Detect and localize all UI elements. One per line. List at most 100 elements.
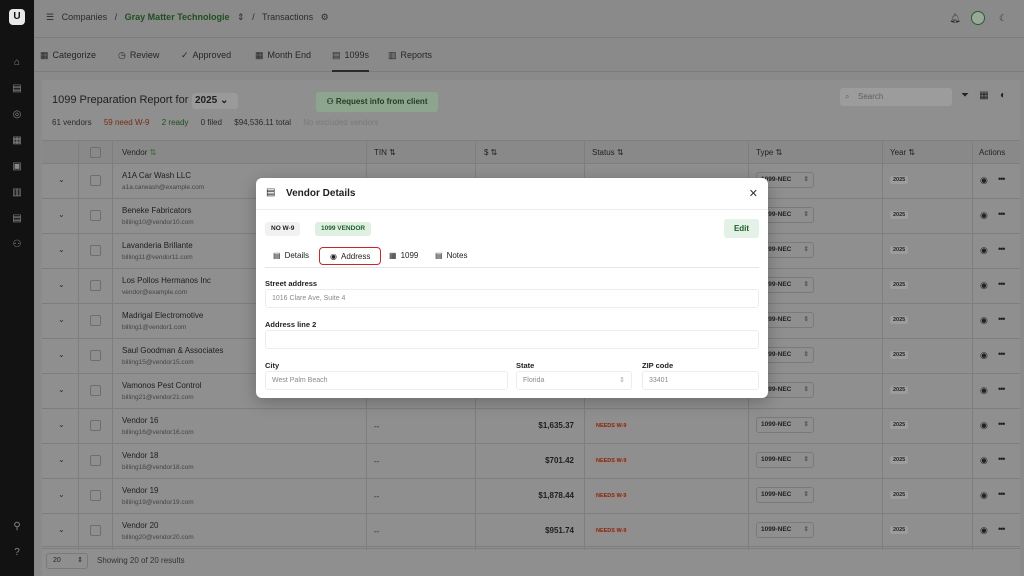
file-text-icon[interactable]: ▤	[11, 213, 23, 225]
type-select[interactable]: 1099-NEC ⇕	[756, 522, 814, 538]
vendor-name[interactable]: Saul Goodman & Associates	[122, 346, 223, 355]
more-icon[interactable]: •••	[998, 454, 1006, 464]
eye-icon[interactable]: ◉	[980, 210, 988, 221]
col-type[interactable]: Type ⇅	[756, 141, 782, 165]
eye-icon[interactable]: ◉	[980, 525, 988, 536]
tab-review[interactable]: ◷ Review	[118, 38, 159, 72]
eye-icon[interactable]: ◉	[980, 245, 988, 256]
settings-icon[interactable]: ⚙	[321, 12, 329, 22]
chevron-down-icon[interactable]: ⌄	[58, 455, 65, 464]
vendor-name[interactable]: Vendor 19	[122, 486, 158, 495]
more-icon[interactable]: •••	[998, 384, 1006, 394]
modal-tab-notes[interactable]: ▤ Notes	[435, 247, 467, 265]
more-icon[interactable]: •••	[998, 314, 1006, 324]
row-checkbox[interactable]	[90, 245, 101, 256]
line2-input[interactable]	[265, 330, 759, 349]
tab-categorize[interactable]: ▦ Categorize	[40, 38, 96, 72]
filter-icon[interactable]: ⏷	[958, 89, 972, 103]
eye-icon[interactable]: ◉	[980, 280, 988, 291]
eye-icon[interactable]: ◉	[980, 350, 988, 361]
select-all-checkbox[interactable]	[90, 147, 101, 158]
vendor-name[interactable]: Vendor 16	[122, 416, 158, 425]
more-icon[interactable]: •••	[998, 489, 1006, 499]
eye-icon[interactable]: ◉	[980, 455, 988, 466]
bell-icon[interactable]: 🔔︎	[948, 11, 962, 25]
modal-tab-1099[interactable]: ▦ 1099	[389, 247, 418, 265]
help-icon[interactable]: ?	[11, 547, 23, 559]
col-tin[interactable]: TIN ⇅	[374, 141, 396, 165]
eye-icon[interactable]: ◉	[980, 175, 988, 186]
vendor-name[interactable]: Madrigal Electromotive	[122, 311, 203, 320]
close-icon[interactable]: ✕	[749, 187, 758, 200]
user-icon[interactable]: ⚲	[11, 521, 23, 533]
state-select[interactable]: Florida ⇕	[516, 371, 632, 390]
type-select[interactable]: 1099-NEC ⇕	[756, 452, 814, 468]
eye-icon[interactable]: ◉	[980, 385, 988, 396]
breadcrumb-companies[interactable]: Companies	[62, 12, 108, 22]
app-logo[interactable]: U	[9, 9, 25, 25]
avatar[interactable]	[971, 11, 985, 25]
street-input[interactable]: 1016 Clare Ave, Suite 4	[265, 289, 759, 308]
chevron-down-icon[interactable]: ⌄	[58, 175, 65, 184]
moon-icon[interactable]: ☾	[996, 11, 1010, 25]
tab-1099s[interactable]: ▤ 1099s	[332, 38, 370, 72]
row-checkbox[interactable]	[90, 490, 101, 501]
row-checkbox[interactable]	[90, 175, 101, 186]
col-amount[interactable]: $ ⇅	[484, 141, 497, 165]
eye-icon[interactable]: ◉	[980, 420, 988, 431]
tab-month-end[interactable]: ▦ Month End	[255, 38, 311, 72]
modal-tab-details[interactable]: ▤ Details	[273, 247, 309, 265]
zip-input[interactable]: 33401	[642, 371, 759, 390]
more-icon[interactable]: •••	[998, 244, 1006, 254]
calendar-icon[interactable]: ▦	[11, 135, 23, 147]
columns-icon[interactable]: ▦	[977, 89, 991, 103]
page-size-select[interactable]: 20 ⇕	[46, 553, 88, 569]
row-checkbox[interactable]	[90, 420, 101, 431]
vendor-name[interactable]: A1A Car Wash LLC	[122, 171, 191, 180]
vendor-name[interactable]: Vamonos Pest Control	[122, 381, 201, 390]
row-checkbox[interactable]	[90, 315, 101, 326]
chevron-down-icon[interactable]: ⌄	[58, 525, 65, 534]
tab-reports[interactable]: ▥ Reports	[388, 38, 432, 72]
vendor-name[interactable]: Vendor 20	[122, 521, 158, 530]
menu-icon[interactable]: ☰	[46, 12, 54, 22]
file-icon[interactable]: ▥	[11, 187, 23, 199]
contrast-icon[interactable]: ◐	[996, 89, 1010, 103]
col-year[interactable]: Year ⇅	[890, 141, 915, 165]
chevron-down-icon[interactable]: ⌄	[58, 420, 65, 429]
table-row[interactable]: ⌄ Vendor 16 billing16@vendor16.com -- $1,635…	[42, 409, 1020, 444]
tab-approved[interactable]: ✓ Approved	[181, 38, 231, 72]
eye-icon[interactable]: ◉	[980, 315, 988, 326]
table-row[interactable]: ⌄ Vendor 20 billing20@vendor20.com -- $951.7…	[42, 514, 1020, 549]
vendor-name[interactable]: Lavanderia Brillante	[122, 241, 193, 250]
type-select[interactable]: 1099-NEC ⇕	[756, 417, 814, 433]
vendor-name[interactable]: Beneke Fabricators	[122, 206, 191, 215]
row-checkbox[interactable]	[90, 210, 101, 221]
col-status[interactable]: Status ⇅	[592, 141, 624, 165]
city-input[interactable]: West Palm Beach	[265, 371, 508, 390]
table-row[interactable]: ⌄ Vendor 19 billing19@vendor19.com -- $1,878…	[42, 479, 1020, 514]
briefcase-icon[interactable]: ▣	[11, 161, 23, 173]
edit-button[interactable]: Edit	[724, 219, 759, 238]
row-checkbox[interactable]	[90, 280, 101, 291]
compass-icon[interactable]: ◎	[11, 109, 23, 121]
more-icon[interactable]: •••	[998, 174, 1006, 184]
col-vendor[interactable]: Vendor ⇅	[122, 141, 156, 165]
year-select[interactable]: 2025 ⌄	[192, 93, 238, 109]
breadcrumb-company[interactable]: Gray Matter Technologie	[125, 12, 230, 22]
request-info-button[interactable]: ⚇ Request info from client	[316, 92, 438, 112]
chevron-updown-icon[interactable]: ⇕	[237, 12, 245, 22]
eye-icon[interactable]: ◉	[980, 490, 988, 501]
users-icon[interactable]: ⚇	[11, 239, 23, 251]
row-checkbox[interactable]	[90, 525, 101, 536]
chevron-down-icon[interactable]: ⌄	[58, 385, 65, 394]
type-select[interactable]: 1099-NEC ⇕	[756, 487, 814, 503]
table-row[interactable]: ⌄ Vendor 18 billing18@vendor18.com -- $701.4…	[42, 444, 1020, 479]
clipboard-icon[interactable]: ▤	[11, 83, 23, 95]
row-checkbox[interactable]	[90, 455, 101, 466]
home-icon[interactable]: ⌂	[11, 57, 23, 69]
chevron-down-icon[interactable]: ⌄	[58, 210, 65, 219]
modal-tab-address[interactable]: ◉ Address	[319, 247, 382, 265]
more-icon[interactable]: •••	[998, 279, 1006, 289]
chevron-down-icon[interactable]: ⌄	[58, 350, 65, 359]
